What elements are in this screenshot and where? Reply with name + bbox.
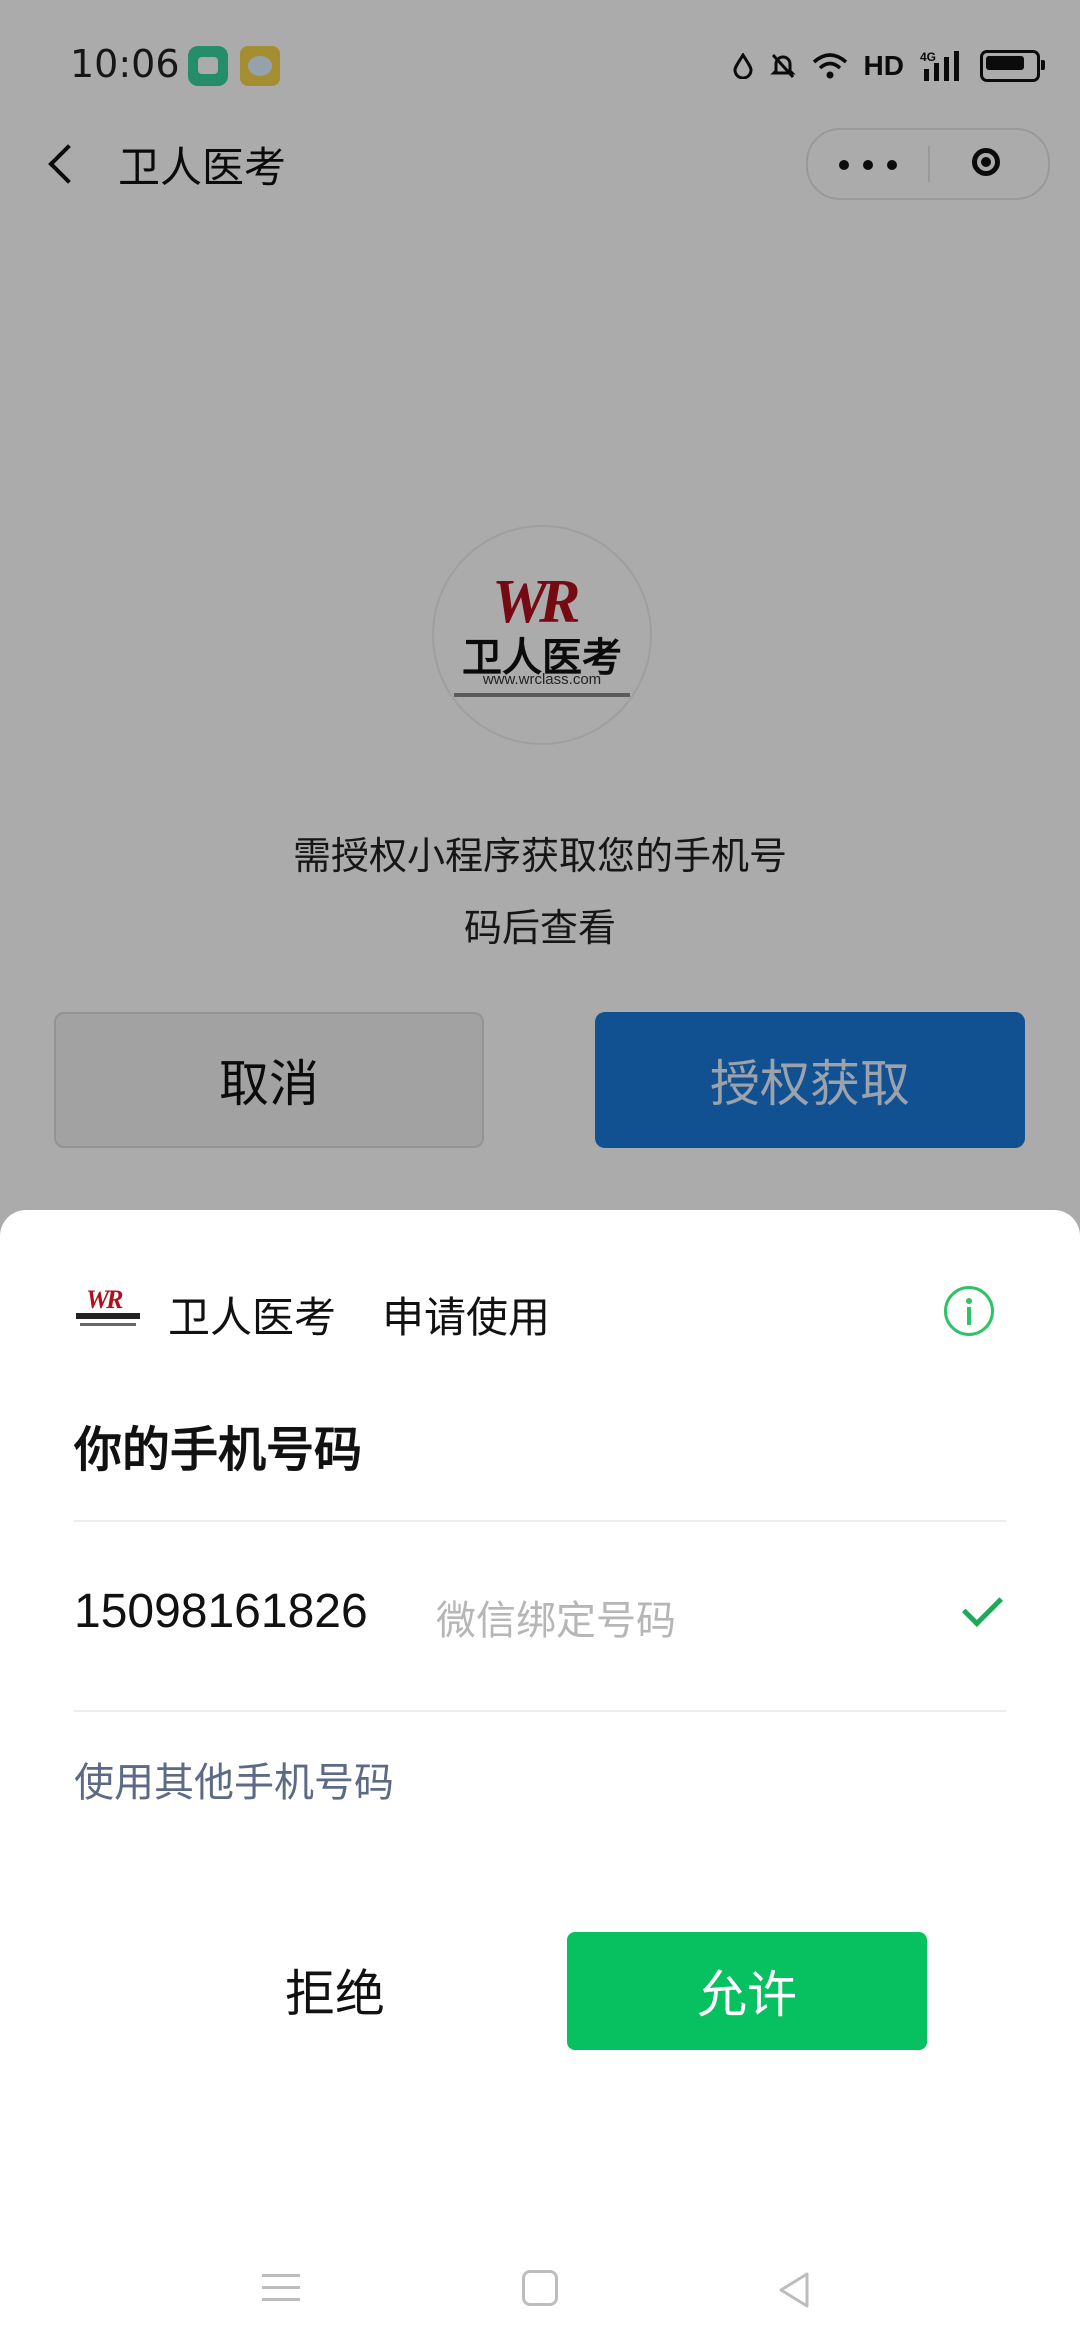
phone-number: 15098161826 [74,1585,368,1638]
sheet-request-text: 申请使用 [382,1293,551,1342]
use-other-phone-link[interactable]: 使用其他手机号码 [74,1750,394,1808]
check-icon [962,1594,1006,1624]
back-key-icon[interactable] [775,2270,815,2310]
phone-option-row[interactable]: 15098161826 微信绑定号码 [0,1520,1080,1710]
info-icon[interactable] [944,1286,994,1336]
app-mini-logo: WR [76,1285,140,1335]
sheet-app-name: 卫人医考 [168,1293,337,1342]
phone-permission-sheet: WR 卫人医考 申请使用 你的手机号码 15098161826 微信绑定号码 使… [0,1210,1080,2340]
divider [74,1710,1006,1712]
allow-button[interactable]: 允许 [567,1932,927,2050]
sheet-title: 你的手机号码 [74,1422,363,1478]
mini-logo-mark: WR [86,1285,124,1314]
phone-tag: 微信绑定号码 [436,1598,676,1644]
system-navigation-bar [0,2230,1080,2340]
menu-key-icon[interactable] [262,2272,300,2304]
sheet-header: WR 卫人医考 申请使用 [0,1210,1080,1342]
deny-button[interactable]: 拒绝 [190,1930,480,2050]
home-key-icon[interactable] [522,2270,558,2306]
